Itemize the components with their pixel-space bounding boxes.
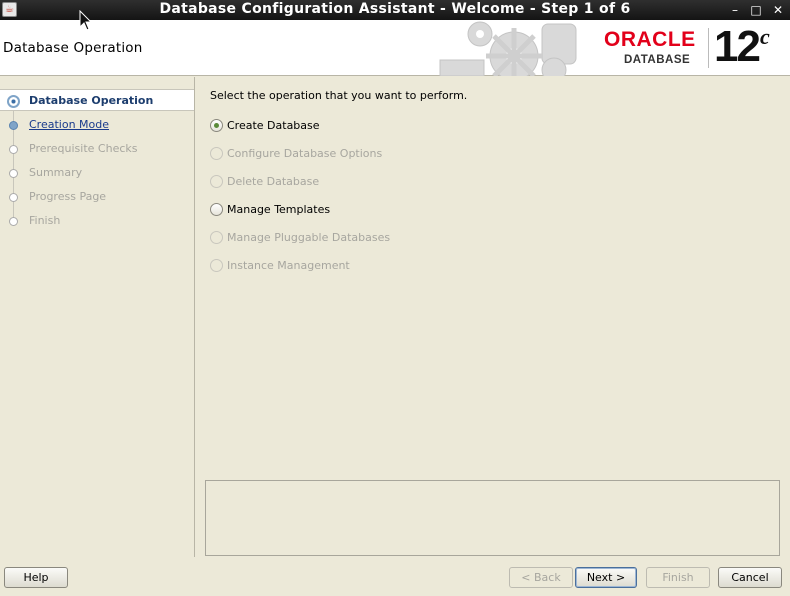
step-label: Summary bbox=[29, 166, 83, 179]
back-button[interactable]: < Back bbox=[509, 567, 573, 588]
maximize-button[interactable]: □ bbox=[748, 2, 764, 18]
step-icon bbox=[9, 217, 18, 226]
option-label: Delete Database bbox=[227, 175, 320, 188]
option-configure-database-options: Configure Database Options bbox=[210, 145, 510, 163]
help-button[interactable]: Help bbox=[4, 567, 68, 588]
option-instance-management: Instance Management bbox=[210, 257, 510, 275]
wizard-header: Database Operation ORACLE DATABASE 12 c bbox=[0, 20, 790, 76]
operation-prompt: Select the operation that you want to pe… bbox=[210, 89, 468, 102]
step-icon bbox=[9, 169, 18, 178]
step-creation-mode[interactable]: Creation Mode bbox=[0, 114, 194, 136]
radio-icon[interactable] bbox=[210, 203, 223, 216]
step-icon bbox=[9, 145, 18, 154]
option-manage-templates[interactable]: Manage Templates bbox=[210, 201, 510, 219]
step-current-icon bbox=[7, 95, 20, 108]
step-label: Finish bbox=[29, 214, 61, 227]
step-label: Creation Mode bbox=[29, 118, 110, 131]
database-wordmark: DATABASE bbox=[624, 54, 691, 66]
step-icon bbox=[9, 193, 18, 202]
version-number: 12 bbox=[714, 22, 761, 71]
option-manage-pluggable-databases: Manage Pluggable Databases bbox=[210, 229, 510, 247]
window-title-bar[interactable]: ☕ Database Configuration Assistant - Wel… bbox=[0, 0, 790, 20]
version-suffix: c bbox=[760, 24, 770, 49]
radio-icon bbox=[210, 147, 223, 160]
window-title: Database Configuration Assistant - Welco… bbox=[159, 1, 631, 17]
option-label[interactable]: Create Database bbox=[227, 119, 320, 132]
radio-selected-icon[interactable] bbox=[210, 119, 223, 132]
radio-icon bbox=[210, 231, 223, 244]
option-delete-database: Delete Database bbox=[210, 173, 510, 191]
option-label: Instance Management bbox=[227, 259, 350, 272]
step-icon bbox=[9, 121, 18, 130]
step-database-operation[interactable]: Database Operation bbox=[0, 89, 194, 111]
main-panel: Select the operation that you want to pe… bbox=[196, 77, 790, 557]
option-label: Configure Database Options bbox=[227, 147, 383, 160]
step-summary: Summary bbox=[0, 162, 194, 184]
next-button[interactable]: Next > bbox=[575, 567, 637, 588]
step-prerequisite-checks: Prerequisite Checks bbox=[0, 138, 194, 160]
gears-decoration-icon bbox=[439, 21, 577, 76]
step-label: Prerequisite Checks bbox=[29, 142, 138, 155]
option-label[interactable]: Manage Templates bbox=[227, 203, 330, 216]
step-label: Progress Page bbox=[29, 190, 107, 203]
radio-icon bbox=[210, 175, 223, 188]
cancel-button[interactable]: Cancel bbox=[718, 567, 782, 588]
page-title: Database Operation bbox=[3, 40, 143, 56]
option-create-database[interactable]: Create Database bbox=[210, 117, 510, 135]
radio-icon bbox=[210, 259, 223, 272]
message-pane bbox=[205, 480, 780, 556]
finish-button[interactable]: Finish bbox=[646, 567, 710, 588]
mouse-cursor-icon bbox=[79, 10, 93, 31]
logo-separator bbox=[708, 28, 709, 68]
close-button[interactable]: ✕ bbox=[770, 2, 786, 18]
minimize-button[interactable]: – bbox=[727, 2, 743, 18]
oracle-12c-logo: ORACLE DATABASE 12 c bbox=[600, 22, 786, 74]
step-finish: Finish bbox=[0, 210, 194, 232]
option-label: Manage Pluggable Databases bbox=[227, 231, 391, 244]
step-progress-page: Progress Page bbox=[0, 186, 194, 208]
step-label: Database Operation bbox=[29, 94, 154, 107]
wizard-steps-nav: Database Operation Creation Mode Prerequ… bbox=[0, 77, 195, 557]
oracle-wordmark: ORACLE bbox=[604, 28, 696, 51]
wizard-footer: Help < Back Next > Finish Cancel bbox=[0, 557, 790, 596]
